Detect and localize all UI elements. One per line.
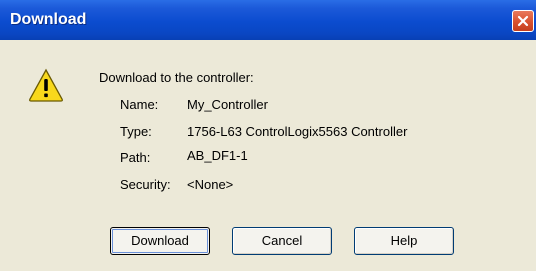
path-label: Path: xyxy=(120,150,151,165)
close-x-icon xyxy=(517,15,529,27)
dialog-body: Download to the controller: Name: My_Con… xyxy=(0,40,536,271)
name-value: My_Controller xyxy=(187,97,268,112)
path-value: AB_DF1-1 xyxy=(187,148,248,163)
close-button[interactable] xyxy=(512,10,534,32)
type-label: Type: xyxy=(120,124,152,139)
cancel-button-label: Cancel xyxy=(261,233,303,248)
download-button[interactable]: Download xyxy=(110,227,210,255)
security-value: <None> xyxy=(187,177,234,192)
security-label: Security: xyxy=(120,177,171,192)
help-button[interactable]: Help xyxy=(354,227,454,255)
cancel-button[interactable]: Cancel xyxy=(232,227,332,255)
title-bar[interactable]: Download xyxy=(0,0,536,40)
download-button-label: Download xyxy=(131,233,189,248)
type-value: 1756-L63 ControlLogix5563 Controller xyxy=(187,124,408,139)
help-button-label: Help xyxy=(390,233,418,248)
window-title: Download xyxy=(10,11,87,28)
dialog-message: Download to the controller: xyxy=(99,70,254,85)
name-label: Name: xyxy=(120,97,159,112)
download-dialog: Download Download to the controller: Nam… xyxy=(0,0,536,271)
warning-icon xyxy=(29,68,63,102)
